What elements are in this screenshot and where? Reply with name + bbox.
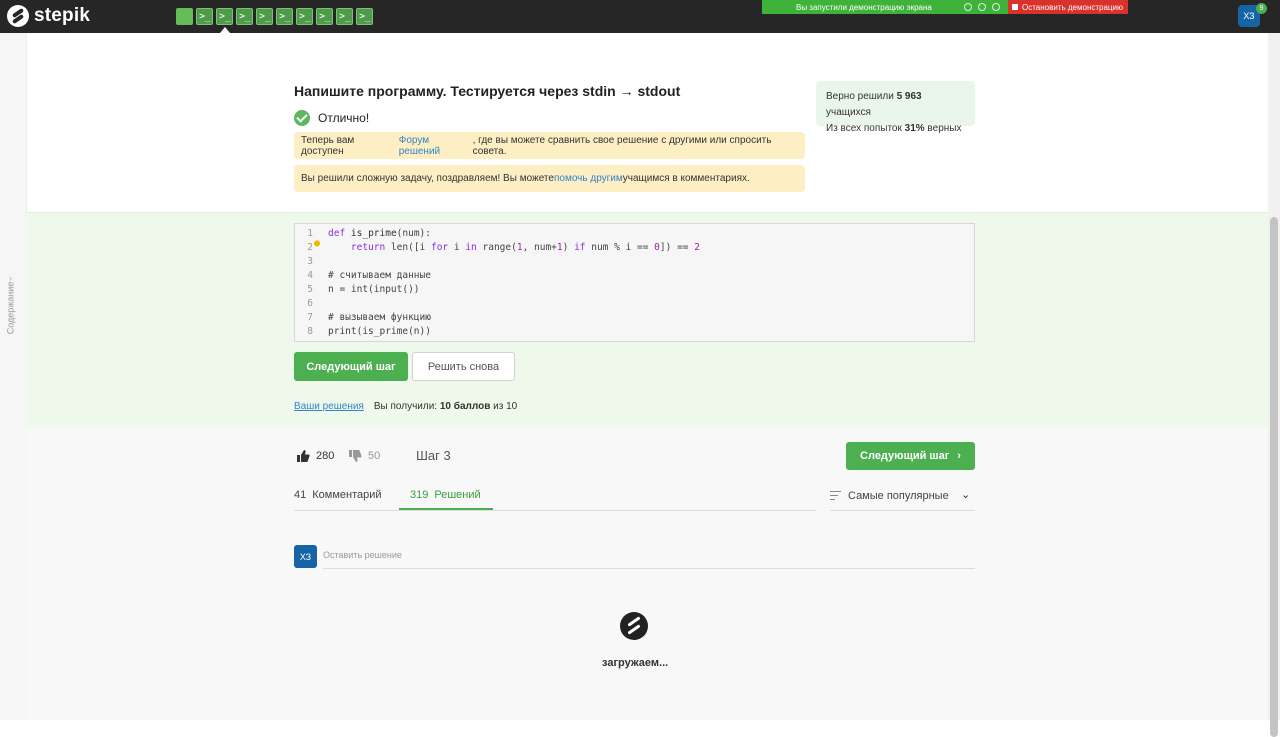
solve-again-button[interactable]: Решить снова: [412, 352, 515, 381]
next-step-label: Следующий шаг: [860, 450, 950, 462]
step-9[interactable]: >_: [336, 8, 353, 25]
stop-screen-share-label: Остановить демонстрацию: [1022, 2, 1123, 12]
screen-share-status: Вы запустили демонстрацию экрана: [762, 0, 1008, 14]
contents-label: Содержание: [5, 281, 16, 335]
help-others-link[interactable]: помочь другим: [554, 173, 623, 184]
top-bar: stepik >_ >_ >_ >_ >_ >_ >_ >_ >_ Вы зап…: [0, 0, 1280, 33]
settings-icon[interactable]: [978, 3, 986, 11]
step-4[interactable]: >_: [236, 8, 253, 25]
terminal-icon: >_: [219, 11, 232, 22]
terminal-icon: >_: [279, 11, 292, 22]
attempts-stat: Из всех попыток 31% верных: [826, 123, 962, 134]
step-number: Шаг 3: [416, 448, 451, 463]
task-title: Напишите программу. Тестируется через st…: [294, 83, 681, 99]
tab-solutions[interactable]: 319 Решений: [410, 489, 481, 501]
stepik-logo[interactable]: stepik: [7, 5, 90, 27]
code-editor[interactable]: 1 def is_prime(num): 2 return len([i for …: [294, 223, 975, 342]
forum-note: Теперь вам доступен Форум решений , где …: [294, 132, 805, 159]
step-3-current[interactable]: >_: [216, 8, 233, 33]
chevron-down-icon: ⌄: [961, 489, 971, 501]
check-circle-icon: [294, 110, 310, 126]
note-text: Вы решили сложную задачу, поздравляем! В…: [301, 173, 554, 184]
terminal-icon: >_: [299, 11, 312, 22]
next-step-button-bottom[interactable]: Следующий шаг ›: [846, 442, 975, 470]
terminal-icon: >_: [199, 11, 212, 22]
leave-solution-input[interactable]: Оставить решение: [323, 545, 975, 569]
page-scrollbar[interactable]: [1268, 33, 1280, 737]
stepik-logo-icon: [7, 5, 29, 27]
scrollbar-thumb[interactable]: [1270, 217, 1278, 737]
hint-bulb-icon[interactable]: ●: [314, 239, 322, 249]
chevron-right-icon: ›: [957, 450, 961, 462]
note-text: , где вы можете сравнить свое решение с …: [472, 134, 772, 157]
step-1[interactable]: [176, 8, 193, 25]
pause-icon[interactable]: [992, 3, 1000, 11]
contents-sidebar[interactable]: › Содержание: [0, 33, 27, 720]
thumbs-down-icon: [349, 450, 362, 462]
screen-share-bar: Вы запустили демонстрацию экрана Останов…: [762, 0, 1128, 14]
terminal-icon: >_: [259, 11, 272, 22]
stop-icon: [1012, 4, 1018, 10]
solved-stat: Верно решили 5 963 учащихся: [826, 91, 922, 118]
step-6[interactable]: >_: [276, 8, 293, 25]
score-text: Вы получили: 10 баллов из 10: [373, 401, 518, 412]
step-navigation: >_ >_ >_ >_ >_ >_ >_ >_ >_: [176, 8, 373, 33]
solutions-forum-link[interactable]: Форум решений: [399, 135, 473, 157]
logo-text: stepik: [34, 5, 91, 26]
note-text: Теперь вам доступен: [301, 134, 355, 157]
thumbs-up-icon: [297, 450, 310, 462]
discussion-tabs: 41 Комментарий 319 Решений: [294, 486, 816, 511]
active-tab-indicator: [399, 508, 493, 510]
speaker-icon[interactable]: [964, 3, 972, 11]
like-count: 280: [316, 450, 335, 462]
terminal-icon: >_: [239, 11, 252, 22]
sort-dropdown[interactable]: Самые популярные ⌄: [830, 488, 975, 511]
step-5[interactable]: >_: [256, 8, 273, 25]
dislike-count: 50: [368, 450, 381, 462]
discussion-area: [26, 427, 1268, 720]
step-7[interactable]: >_: [296, 8, 313, 25]
terminal-icon: >_: [319, 11, 332, 22]
task-stats: Верно решили 5 963 учащихся Из всех попы…: [816, 81, 975, 134]
terminal-icon: >_: [359, 11, 372, 22]
stop-screen-share-button[interactable]: Остановить демонстрацию: [1008, 0, 1128, 14]
screen-share-text: Вы запустили демонстрацию экрана: [796, 2, 932, 12]
loading-spinner-icon: [620, 612, 648, 640]
next-step-button[interactable]: Следующий шаг: [294, 352, 408, 381]
notification-badge[interactable]: 9: [1256, 3, 1267, 14]
your-solutions-link[interactable]: Ваши решения: [294, 401, 364, 412]
result-status-text: Отлично!: [318, 111, 370, 125]
step-2[interactable]: >_: [196, 8, 213, 25]
like-button[interactable]: 280: [296, 449, 334, 463]
note-text: учащимся в комментариях.: [622, 173, 750, 184]
tab-comments[interactable]: 41 Комментарий: [294, 489, 382, 501]
loading-text: загружаем...: [602, 657, 669, 669]
congrats-note: Вы решили сложную задачу, поздравляем! В…: [294, 165, 805, 192]
dislike-button[interactable]: 50: [348, 449, 380, 463]
sort-icon: [830, 491, 841, 503]
score-row: Ваши решения Вы получили: 10 баллов из 1…: [294, 401, 517, 412]
step-10[interactable]: >_: [356, 8, 373, 25]
terminal-icon: >_: [339, 11, 352, 22]
sort-label: Самые популярные: [848, 490, 949, 502]
result-status: Отлично!: [294, 110, 369, 126]
reply-avatar: ХЗ: [294, 545, 317, 568]
step-8[interactable]: >_: [316, 8, 333, 25]
